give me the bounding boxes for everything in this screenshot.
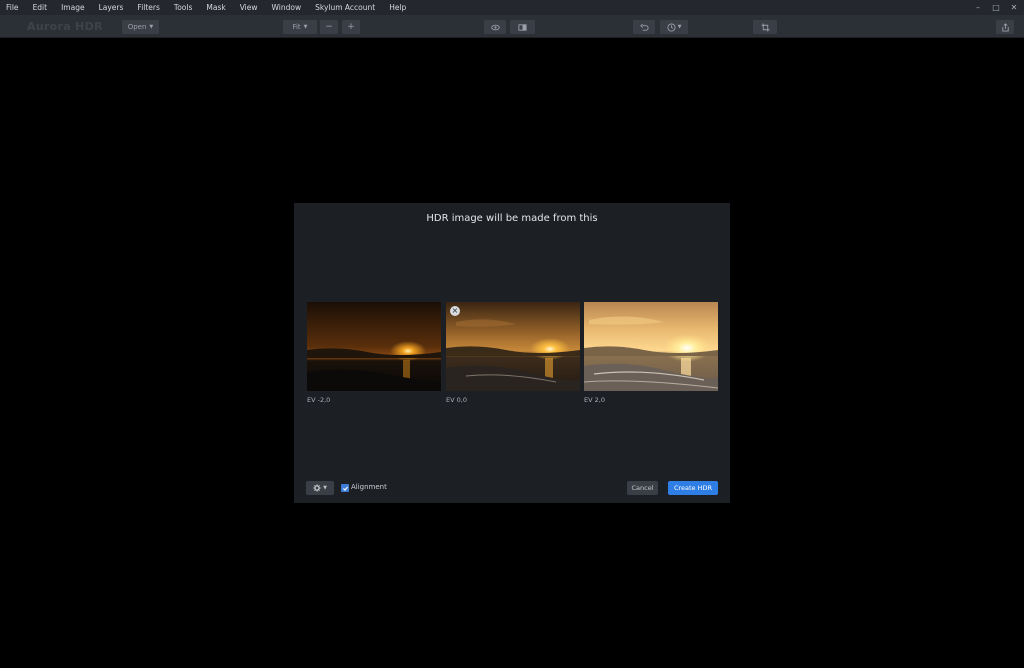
zoom-in-button[interactable]: + — [342, 20, 360, 34]
eye-icon — [490, 24, 500, 30]
bracket-thumbnail-dark[interactable] — [307, 302, 441, 391]
split-view-icon — [518, 23, 527, 31]
menu-help[interactable]: Help — [382, 0, 413, 15]
bracket-thumbnail-normal[interactable]: × — [446, 302, 580, 391]
menu-filters[interactable]: Filters — [130, 0, 166, 15]
sunset-image-dark — [307, 302, 441, 391]
menu-image[interactable]: Image — [54, 0, 92, 15]
menu-file[interactable]: File — [0, 0, 26, 15]
menu-skylum-account[interactable]: Skylum Account — [308, 0, 382, 15]
menu-mask[interactable]: Mask — [199, 0, 232, 15]
close-icon: × — [451, 306, 459, 315]
undo-button[interactable] — [633, 20, 655, 34]
history-button[interactable]: ▼ — [660, 20, 688, 34]
ev-label-bright: EV 2,0 — [584, 396, 605, 404]
ev-label-dark: EV -2,0 — [307, 396, 331, 404]
zoom-label: Fit — [292, 23, 301, 31]
share-icon — [1001, 22, 1009, 32]
checkmark-icon — [342, 486, 348, 491]
preview-button[interactable] — [484, 20, 506, 34]
sunset-image-bright — [584, 302, 718, 391]
ev-label-normal: EV 0,0 — [446, 396, 467, 404]
window-controls: – □ ✕ — [974, 0, 1018, 15]
zoom-out-button[interactable]: − — [320, 20, 338, 34]
alignment-label: Alignment — [351, 483, 387, 491]
clock-icon — [667, 22, 676, 32]
menu-bar: File Edit Image Layers Filters Tools Mas… — [0, 0, 1024, 15]
chevron-down-icon: ▼ — [323, 485, 327, 491]
open-button-label: Open — [127, 23, 147, 31]
menu-view[interactable]: View — [233, 0, 265, 15]
gear-icon — [313, 484, 321, 492]
hdr-merge-dialog: HDR image will be made from this EV -2,0… — [294, 203, 730, 503]
remove-thumbnail-button[interactable]: × — [450, 306, 460, 316]
chevron-down-icon: ▼ — [149, 24, 154, 30]
bracket-thumbnail-bright[interactable] — [584, 302, 718, 391]
chevron-down-icon: ▼ — [677, 24, 682, 30]
app-logo: Aurora HDR — [27, 20, 103, 33]
alignment-checkbox[interactable] — [341, 484, 349, 492]
chevron-down-icon: ▼ — [303, 24, 308, 30]
crop-button[interactable] — [753, 20, 777, 34]
compare-button[interactable] — [510, 20, 535, 34]
crop-icon — [760, 22, 770, 32]
open-button[interactable]: Open ▼ — [122, 20, 159, 34]
share-button[interactable] — [996, 20, 1014, 34]
close-icon[interactable]: ✕ — [1010, 0, 1018, 15]
menu-tools[interactable]: Tools — [167, 0, 199, 15]
maximize-icon[interactable]: □ — [992, 0, 1000, 15]
menu-window[interactable]: Window — [265, 0, 309, 15]
create-hdr-button[interactable]: Create HDR — [668, 481, 718, 495]
toolbar: Aurora HDR Open ▼ Fit ▼ − + ▼ — [0, 15, 1024, 38]
menu-layers[interactable]: Layers — [92, 0, 131, 15]
dialog-title: HDR image will be made from this — [426, 213, 598, 224]
minimize-icon[interactable]: – — [974, 0, 982, 15]
settings-button[interactable]: ▼ — [306, 481, 334, 495]
menu-edit[interactable]: Edit — [26, 0, 55, 15]
sunset-image-normal — [446, 302, 580, 391]
undo-icon — [639, 23, 649, 31]
cancel-button[interactable]: Cancel — [627, 481, 658, 495]
zoom-select[interactable]: Fit ▼ — [283, 20, 317, 34]
